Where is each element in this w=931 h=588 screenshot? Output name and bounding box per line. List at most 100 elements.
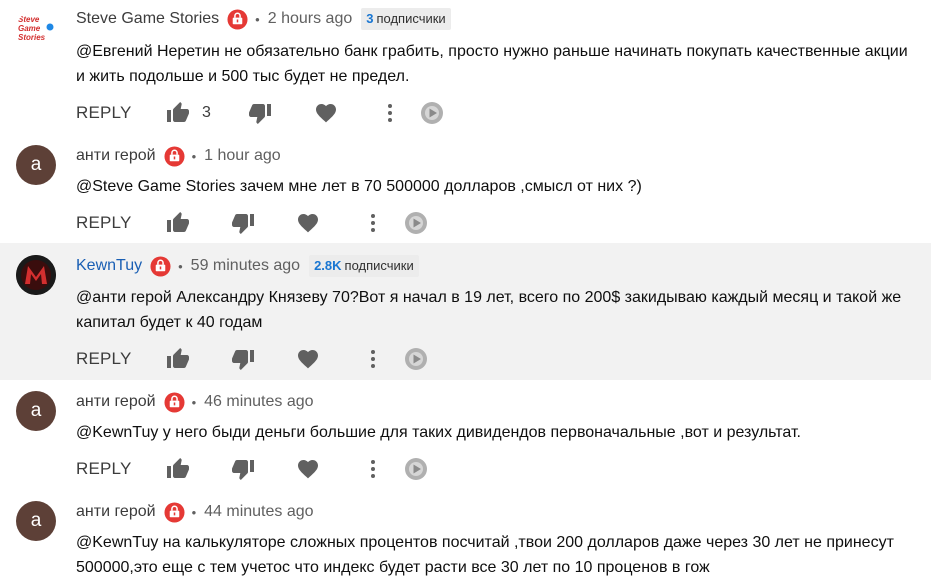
comment-header: Steve Game Stories • 2 hours ago 3 подпис… bbox=[76, 8, 451, 30]
comment-text: @Steve Game Stories зачем мне лет в 70 5… bbox=[76, 178, 642, 195]
author-name[interactable]: анти герой bbox=[76, 503, 156, 521]
subscriber-count: 3 bbox=[366, 11, 374, 26]
subscriber-count: 2.8K bbox=[314, 258, 342, 273]
like-button[interactable]: 3 bbox=[166, 101, 211, 125]
more-vert-icon bbox=[371, 460, 375, 478]
subscriber-badge: 3 подписчики bbox=[361, 8, 451, 30]
author-name[interactable]: анти герой bbox=[76, 147, 156, 165]
translate-play-icon bbox=[405, 212, 427, 234]
svg-text:Stories: Stories bbox=[18, 33, 46, 42]
more-vert-icon bbox=[388, 104, 392, 122]
translate-play-icon bbox=[405, 458, 427, 480]
comment-text: @KewnTuy у него быди деньги большие для … bbox=[76, 424, 801, 441]
reply-button[interactable]: REPLY bbox=[76, 459, 131, 479]
comment-header: анти герой • 1 hour ago bbox=[76, 145, 281, 167]
more-options-button[interactable] bbox=[378, 101, 402, 125]
subscriber-badge: 2.8K подписчики bbox=[309, 255, 419, 277]
separator-dot: • bbox=[255, 11, 260, 27]
thumbs-down-icon bbox=[232, 214, 254, 234]
separator-dot: • bbox=[178, 258, 183, 274]
dislike-button[interactable] bbox=[231, 347, 255, 371]
reply-button[interactable]: REPLY bbox=[76, 213, 131, 233]
avatar[interactable]: a bbox=[16, 391, 56, 431]
heart-icon bbox=[298, 214, 318, 233]
comment-item: a анти герой • 46 minutes ago @KewnTuy у… bbox=[0, 380, 931, 490]
heart-button[interactable] bbox=[296, 457, 320, 481]
sponsor-badge-icon bbox=[227, 8, 248, 30]
translate-play-icon bbox=[421, 102, 443, 124]
like-button[interactable] bbox=[166, 211, 190, 235]
author-name[interactable]: анти герой bbox=[76, 393, 156, 411]
author-name[interactable]: Steve Game Stories bbox=[76, 10, 219, 28]
comment-time[interactable]: 59 minutes ago bbox=[191, 257, 300, 275]
comment-header: анти герой • 44 minutes ago bbox=[76, 501, 314, 523]
comment-item: a анти герой • 1 hour ago @Steve Game St… bbox=[0, 135, 931, 243]
more-vert-icon bbox=[371, 350, 375, 368]
reply-button[interactable]: REPLY bbox=[76, 103, 131, 123]
like-button[interactable] bbox=[166, 347, 190, 371]
more-options-button[interactable] bbox=[361, 211, 385, 235]
avatar[interactable]: Steve Game Stories bbox=[16, 10, 56, 50]
more-options-button[interactable] bbox=[361, 347, 385, 371]
thumbs-up-icon bbox=[167, 348, 189, 368]
translate-button[interactable] bbox=[404, 457, 428, 481]
translate-button[interactable] bbox=[404, 211, 428, 235]
avatar[interactable]: a bbox=[16, 145, 56, 185]
dislike-button[interactable] bbox=[231, 211, 255, 235]
subscriber-label: подписчики bbox=[376, 11, 446, 26]
heart-button[interactable] bbox=[296, 347, 320, 371]
translate-play-icon bbox=[405, 348, 427, 370]
comment-time[interactable]: 1 hour ago bbox=[204, 147, 281, 165]
heart-button[interactable] bbox=[296, 211, 320, 235]
like-count: 3 bbox=[202, 104, 211, 121]
comment-header: анти герой • 46 minutes ago bbox=[76, 391, 314, 413]
sponsor-badge-icon bbox=[150, 255, 171, 277]
separator-dot: • bbox=[191, 504, 197, 520]
avatar[interactable] bbox=[16, 255, 56, 295]
comment-item: Steve Game Stories Steve Game Stories • … bbox=[0, 0, 931, 135]
comment-header: KewnTuy • 59 minutes ago 2.8K подписчики bbox=[76, 255, 419, 277]
heart-icon bbox=[298, 350, 318, 369]
thumbs-up-icon bbox=[167, 102, 189, 122]
thumbs-up-icon bbox=[167, 212, 189, 232]
comment-actions: REPLY bbox=[76, 347, 427, 371]
thumbs-down-icon bbox=[232, 460, 254, 480]
more-options-button[interactable] bbox=[361, 457, 385, 481]
separator-dot: • bbox=[191, 148, 197, 164]
subscriber-label: подписчики bbox=[344, 258, 414, 273]
heart-icon bbox=[316, 104, 336, 123]
more-vert-icon bbox=[371, 214, 375, 232]
steve-game-stories-logo-icon: Steve Game Stories bbox=[18, 15, 54, 42]
comment-time[interactable]: 46 minutes ago bbox=[204, 393, 313, 411]
reply-button[interactable]: REPLY bbox=[76, 349, 131, 369]
avatar[interactable]: a bbox=[16, 501, 56, 541]
sponsor-badge-icon bbox=[164, 501, 185, 523]
thumbs-down-icon bbox=[249, 104, 271, 124]
heart-button[interactable] bbox=[314, 101, 338, 125]
like-button[interactable] bbox=[166, 457, 190, 481]
comment-item: a анти герой • 44 minutes ago @KewnTuy н… bbox=[0, 490, 931, 588]
svg-text:Steve: Steve bbox=[18, 15, 40, 24]
translate-button[interactable] bbox=[420, 101, 444, 125]
sponsor-badge-icon bbox=[164, 391, 185, 413]
dislike-button[interactable] bbox=[231, 457, 255, 481]
sponsor-badge-icon bbox=[164, 145, 185, 167]
separator-dot: • bbox=[191, 394, 197, 410]
dislike-button[interactable] bbox=[248, 101, 272, 125]
comment-actions: REPLY bbox=[76, 211, 427, 235]
heart-icon bbox=[298, 460, 318, 479]
comment-text: @Евгений Неретин не обязательно банк гра… bbox=[76, 43, 908, 85]
comment-time[interactable]: 44 minutes ago bbox=[204, 503, 313, 521]
comment-item: KewnTuy • 59 minutes ago 2.8K подписчики … bbox=[0, 243, 931, 380]
comment-actions: REPLY bbox=[76, 457, 427, 481]
svg-text:Game: Game bbox=[18, 24, 41, 33]
translate-button[interactable] bbox=[404, 347, 428, 371]
thumbs-down-icon bbox=[232, 350, 254, 370]
comment-text: @анти герой Александру Князеву 70?Вот я … bbox=[76, 289, 902, 331]
comment-time[interactable]: 2 hours ago bbox=[268, 10, 353, 28]
kewntuy-logo-icon bbox=[16, 255, 56, 295]
author-name[interactable]: KewnTuy bbox=[76, 257, 142, 275]
comment-actions: REPLY 3 bbox=[76, 101, 443, 125]
thumbs-up-icon bbox=[167, 458, 189, 478]
comment-text: @KewnTuy на калькуляторе сложных процент… bbox=[76, 534, 894, 576]
